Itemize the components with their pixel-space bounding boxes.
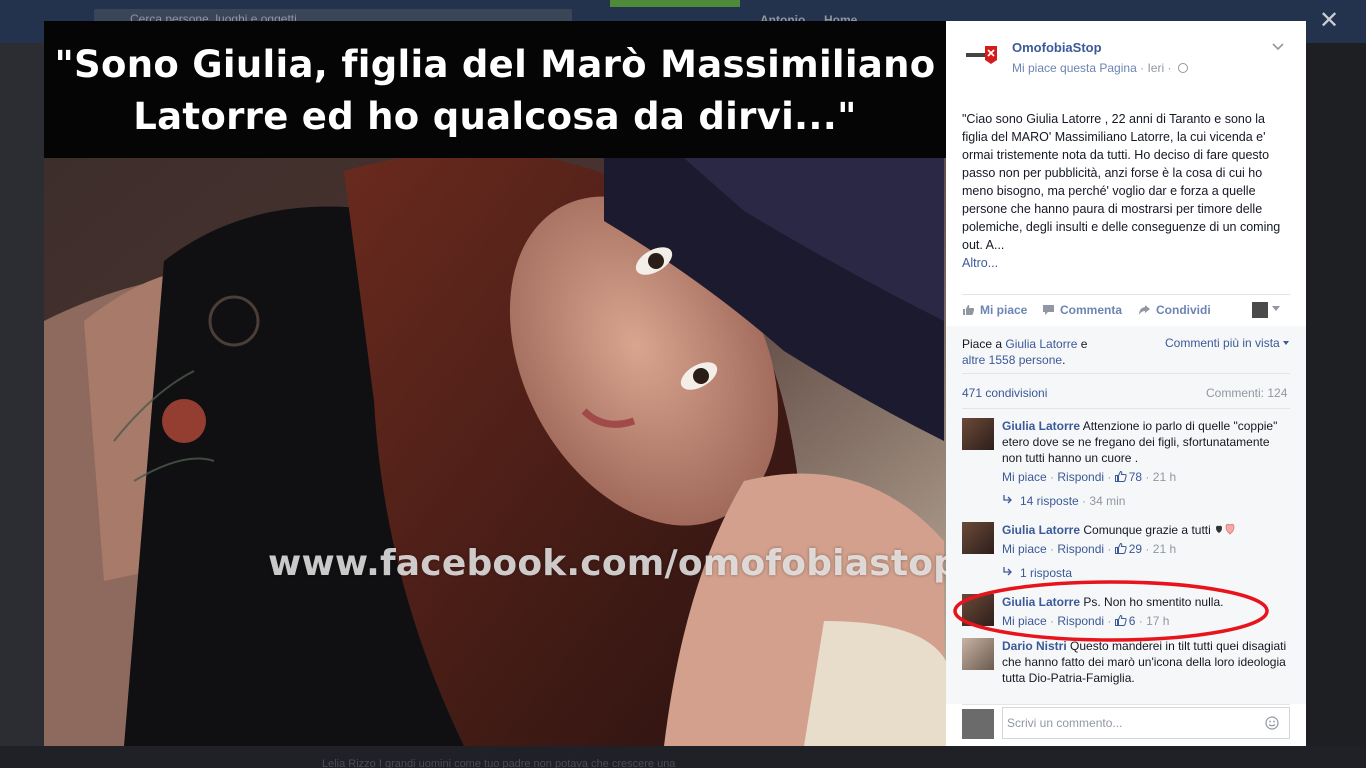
- divider: [962, 704, 1290, 705]
- background-bottom-strip: [0, 746, 1366, 768]
- background-right-column: [1306, 43, 1366, 768]
- comment-replies-sep: ·: [1082, 494, 1087, 508]
- photo-headline: "Sono Giulia, figlia del Marò Massimilia…: [44, 39, 946, 143]
- comment-meta: Mi piace · Rispondi · 29 · 21 h: [1002, 542, 1177, 556]
- reply-arrow-icon: [1003, 495, 1012, 504]
- thumbs-up-icon: [1114, 471, 1127, 482]
- meta-separator-2: ·: [1167, 61, 1172, 75]
- comment-body: Giulia Latorre Ps. Non ho smentito nulla…: [1002, 594, 1288, 610]
- comment-author-link[interactable]: Giulia Latorre: [1002, 523, 1080, 537]
- likes-suffix: .: [1062, 353, 1066, 367]
- likes-name-link[interactable]: Giulia Latorre: [1005, 337, 1077, 351]
- post-side-panel: OmofobiaStop Mi piace questa Pagina · Ie…: [946, 21, 1306, 746]
- comment-text: Comunque grazie a tutti: [1083, 523, 1215, 537]
- globe-icon[interactable]: [1177, 63, 1188, 73]
- comment-input[interactable]: [1002, 707, 1290, 739]
- share-button[interactable]: Condividi: [1138, 303, 1211, 317]
- comment-like-button[interactable]: Mi piace: [1002, 614, 1047, 628]
- comment-replies-label: 14 risposte: [1020, 494, 1079, 508]
- like-label: Mi piace: [980, 303, 1028, 317]
- avatar[interactable]: [962, 594, 994, 626]
- chevron-down-icon[interactable]: [1272, 40, 1284, 52]
- thumbs-up-icon: [1114, 615, 1127, 626]
- photo-headline-line1: "Sono Giulia, figlia del Marò Massimilia…: [54, 43, 936, 86]
- comment-like-button[interactable]: Mi piace: [1002, 542, 1047, 556]
- photo-headline-line2: Latorre ed ho qualcosa da dirvi...": [133, 95, 857, 138]
- meta-separator: ·: [1140, 61, 1145, 75]
- page-logo[interactable]: [963, 44, 999, 66]
- actor-avatar[interactable]: [1252, 302, 1268, 318]
- avatar[interactable]: [962, 418, 994, 450]
- comment-meta: Mi piace · Rispondi · 78 · 21 h: [1002, 470, 1177, 484]
- likes-mid: e: [1077, 337, 1088, 351]
- comment-button[interactable]: Commenta: [1042, 303, 1122, 317]
- caret-down-icon: [1282, 341, 1289, 345]
- comment-author-link[interactable]: Giulia Latorre: [1002, 595, 1080, 609]
- comment-replies-link[interactable]: 14 risposte · 34 min: [1002, 494, 1125, 508]
- post-photo[interactable]: "Sono Giulia, figlia del Marò Massimilia…: [44, 21, 946, 746]
- comment-likes-count[interactable]: 78: [1129, 470, 1142, 484]
- divider: [962, 408, 1290, 409]
- post-text: "Ciao sono Giulia Latorre , 22 anni di T…: [962, 112, 1281, 252]
- top-comments-dropdown[interactable]: Commenti più in vista: [1165, 336, 1289, 350]
- photo-watermark-url: www.facebook.com/omofobiastop.it: [268, 543, 946, 584]
- comment-meta: Mi piace · Rispondi · 6 · 17 h: [1002, 614, 1170, 628]
- avatar: [962, 709, 994, 739]
- comment-replies-label: 1 risposta: [1020, 566, 1073, 580]
- comment-author-link[interactable]: Dario Nistri: [1002, 639, 1067, 653]
- comment-replies-link[interactable]: 1 risposta: [1002, 566, 1072, 580]
- feedback-section: Piace a Giulia Latorre e altre 1558 perso…: [946, 326, 1306, 704]
- post-time[interactable]: Ieri: [1147, 61, 1164, 75]
- comment-composer: [962, 707, 1292, 739]
- shares-count-link[interactable]: 471 condivisioni: [962, 386, 1047, 400]
- share-label: Condividi: [1156, 303, 1211, 317]
- comment-time[interactable]: 21 h: [1153, 470, 1176, 484]
- comment-body: Giulia Latorre Comunque grazie a tutti: [1002, 522, 1288, 538]
- background-notification-bar: [610, 0, 740, 7]
- comments-count: Commenti: 124: [1206, 386, 1288, 400]
- likes-summary: Piace a Giulia Latorre e altre 1558 perso…: [962, 336, 1142, 368]
- page-name-link[interactable]: OmofobiaStop: [1012, 40, 1102, 55]
- comment-reply-button[interactable]: Rispondi: [1057, 542, 1104, 556]
- comment-time[interactable]: 21 h: [1153, 542, 1176, 556]
- post-actions: Mi piace Commenta Condividi: [962, 302, 1290, 320]
- comment-reply-button[interactable]: Rispondi: [1057, 470, 1104, 484]
- comment-likes-count[interactable]: 29: [1129, 542, 1142, 556]
- caret-down-icon[interactable]: [1272, 306, 1280, 311]
- comment-author-link[interactable]: Giulia Latorre: [1002, 419, 1080, 433]
- close-icon[interactable]: ✕: [1316, 8, 1342, 34]
- thumbs-up-icon: [1114, 543, 1127, 554]
- divider: [962, 373, 1290, 374]
- comment-time[interactable]: 17 h: [1146, 614, 1169, 628]
- comment-text: Ps. Non ho smentito nulla.: [1083, 595, 1224, 609]
- share-icon: [1139, 305, 1150, 315]
- comment-body: Dario Nistri Questo manderei in tilt tut…: [1002, 638, 1288, 686]
- comment-body: Giulia Latorre Attenzione io parlo di qu…: [1002, 418, 1288, 466]
- background-bottom-text: Lelia Rizzo I grandi uomini come tuo pad…: [322, 758, 676, 768]
- comment-icon: [1043, 305, 1054, 315]
- comment-like-button[interactable]: Mi piace: [1002, 470, 1047, 484]
- avatar[interactable]: [962, 522, 994, 554]
- emoji-icon[interactable]: [1265, 716, 1279, 730]
- top-comments-label: Commenti più in vista: [1165, 336, 1280, 350]
- likes-prefix: Piace a: [962, 337, 1006, 351]
- like-button[interactable]: Mi piace: [962, 303, 1027, 317]
- heart-emoji-icon: [1216, 523, 1235, 535]
- comment-likes-count[interactable]: 6: [1129, 614, 1136, 628]
- avatar[interactable]: [962, 638, 994, 670]
- comment-reply-button[interactable]: Rispondi: [1057, 614, 1104, 628]
- page-meta: Mi piace questa Pagina · Ieri ·: [1012, 61, 1188, 75]
- see-more-link[interactable]: Altro...: [962, 256, 998, 270]
- divider: [962, 294, 1290, 295]
- comment-replies-time: 34 min: [1089, 494, 1126, 508]
- likes-others-link[interactable]: altre 1558 persone: [962, 353, 1062, 367]
- reply-arrow-icon: [1003, 567, 1012, 576]
- comment-label: Commenta: [1060, 303, 1123, 317]
- like-page-link[interactable]: Mi piace questa Pagina: [1012, 61, 1137, 75]
- thumbs-up-icon: [963, 305, 975, 315]
